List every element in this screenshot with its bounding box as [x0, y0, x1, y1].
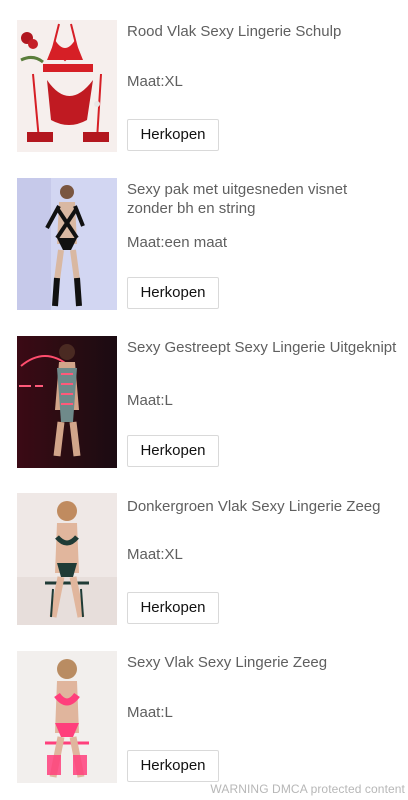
rebuy-button[interactable]: Herkopen	[127, 119, 219, 151]
product-image[interactable]	[17, 336, 117, 468]
model-photo	[17, 493, 117, 625]
product-title[interactable]: Donkergroen Vlak Sexy Lingerie Zeeg	[127, 497, 397, 516]
product-title[interactable]: Sexy Gestreept Sexy Lingerie Uitgeknipt	[127, 338, 397, 357]
product-size: Maat:L	[127, 392, 173, 409]
product-size: Maat:XL	[127, 73, 183, 90]
product-size: Maat:XL	[127, 546, 183, 563]
product-title[interactable]: Rood Vlak Sexy Lingerie Schulp	[127, 22, 397, 41]
product-size: Maat:L	[127, 704, 173, 721]
product-image[interactable]	[17, 178, 117, 310]
product-item: Donkergroen Vlak Sexy Lingerie Zeeg Maat…	[17, 493, 397, 625]
model-photo	[17, 178, 117, 310]
product-image[interactable]	[17, 20, 117, 152]
watermark: WARNING DMCA protected content	[210, 782, 405, 796]
model-photo	[17, 336, 117, 468]
product-title[interactable]: Sexy Vlak Sexy Lingerie Zeeg	[127, 653, 397, 672]
product-item: Rood Vlak Sexy Lingerie Schulp Maat:XL H…	[17, 20, 397, 152]
lingerie-photo	[17, 20, 117, 152]
model-photo	[17, 651, 117, 783]
rebuy-button[interactable]: Herkopen	[127, 435, 219, 467]
rebuy-button[interactable]: Herkopen	[127, 277, 219, 309]
product-size: Maat:een maat	[127, 234, 228, 251]
product-item: Sexy Vlak Sexy Lingerie Zeeg Maat:L Herk…	[17, 651, 397, 783]
product-title[interactable]: Sexy pak met uitgesneden visnet zonder b…	[127, 180, 397, 218]
product-image[interactable]	[17, 493, 117, 625]
product-item: Sexy Gestreept Sexy Lingerie Uitgeknipt …	[17, 336, 397, 468]
product-item: Sexy pak met uitgesneden visnet zonder b…	[17, 178, 397, 310]
rebuy-button[interactable]: Herkopen	[127, 750, 219, 782]
product-image[interactable]	[17, 651, 117, 783]
rebuy-button[interactable]: Herkopen	[127, 592, 219, 624]
